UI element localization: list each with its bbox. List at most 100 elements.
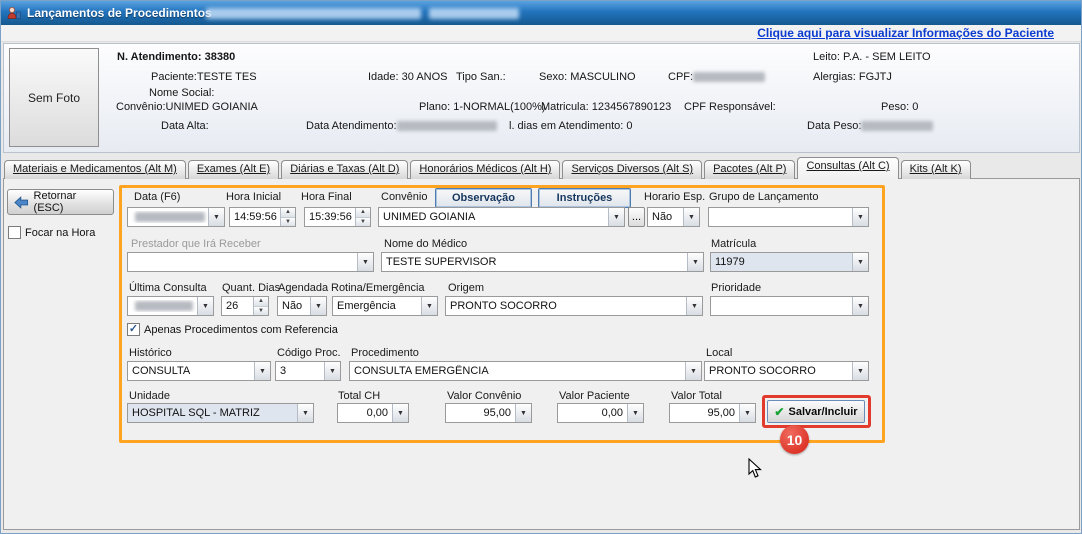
matricula-form-value: 11979 [711, 256, 852, 268]
tab-pacotes[interactable]: Pacotes (Alt P) [704, 160, 795, 179]
horario-esp-combobox[interactable]: Não ▼ [647, 207, 700, 227]
data-atendimento-field: Data Atendimento: [306, 120, 497, 132]
alergias-field: Alergias: FGJTJ [813, 71, 892, 83]
hora-final-value: 15:39:56 [305, 211, 355, 223]
redacted-data-atendimento-value [397, 121, 497, 131]
spinner-up-icon[interactable]: ▲ [281, 208, 295, 218]
salvar-incluir-button[interactable]: ✔ Salvar/Incluir [767, 400, 865, 423]
unidade-combobox[interactable]: HOSPITAL SQL - MATRIZ ▼ [127, 403, 314, 423]
chevron-down-icon[interactable]: ▼ [683, 208, 699, 226]
apenas-procedimentos-checkbox[interactable]: ✓ [127, 323, 140, 336]
origem-label: Origem [448, 282, 484, 294]
convenio-label: Convênio: [116, 101, 166, 113]
codigo-proc-value: 3 [276, 365, 324, 377]
tab-diarias-taxas[interactable]: Diárias e Taxas (Alt D) [281, 160, 408, 179]
observacao-button[interactable]: Observação [435, 188, 532, 208]
chevron-down-icon[interactable]: ▼ [852, 208, 868, 226]
tipo-san-field: Tipo San.: [456, 71, 506, 83]
local-label: Local [706, 347, 732, 359]
origem-combobox[interactable]: PRONTO SOCORRO ▼ [445, 296, 703, 316]
matricula-combobox[interactable]: 11979 ▼ [710, 252, 869, 272]
agendada-combobox[interactable]: Não ▼ [277, 296, 327, 316]
focar-na-hora-row: Focar na Hora [8, 226, 95, 239]
leito-field: Leito: P.A. - SEM LEITO [813, 51, 931, 63]
convenio-combobox[interactable]: UNIMED GOIANIA ▼ [378, 207, 625, 227]
chevron-down-icon[interactable]: ▼ [685, 362, 701, 380]
chevron-down-icon[interactable]: ▼ [357, 253, 373, 271]
tab-kits[interactable]: Kits (Alt K) [901, 160, 971, 179]
hora-final-spinner[interactable]: 15:39:56 ▲▼ [304, 207, 371, 227]
apenas-procedimentos-label: Apenas Procedimentos com Referencia [144, 324, 338, 336]
prioridade-combobox[interactable]: ▼ [710, 296, 869, 316]
valor-convenio-combobox[interactable]: 95,00 ▼ [445, 403, 532, 423]
data-f6-combobox[interactable]: ▼ [127, 207, 225, 227]
nome-medico-combobox[interactable]: TESTE SUPERVISOR ▼ [381, 252, 704, 272]
dias-atendimento-label: l. dias em Atendimento: [509, 120, 623, 132]
valor-paciente-combobox[interactable]: 0,00 ▼ [557, 403, 644, 423]
instrucoes-button[interactable]: Instruções [538, 188, 631, 208]
chevron-down-icon[interactable]: ▼ [852, 362, 868, 380]
atendimento-value: 38380 [205, 51, 236, 63]
chevron-down-icon[interactable]: ▼ [324, 362, 340, 380]
chevron-down-icon[interactable]: ▼ [852, 297, 868, 315]
hora-inicial-label: Hora Inicial [226, 191, 281, 203]
chevron-down-icon[interactable]: ▼ [392, 404, 408, 422]
tab-consultas[interactable]: Consultas (Alt C) [797, 157, 898, 179]
leito-value: P.A. - SEM LEITO [843, 51, 931, 63]
chevron-down-icon[interactable]: ▼ [515, 404, 531, 422]
patient-photo-placeholder: Sem Foto [9, 48, 99, 147]
historico-value: CONSULTA [128, 365, 254, 377]
total-ch-combobox[interactable]: 0,00 ▼ [337, 403, 409, 423]
codigo-proc-combobox[interactable]: 3 ▼ [275, 361, 341, 381]
local-value: PRONTO SOCORRO [705, 365, 852, 377]
historico-combobox[interactable]: CONSULTA ▼ [127, 361, 271, 381]
tab-exames[interactable]: Exames (Alt E) [188, 160, 279, 179]
tab-servicos-diversos[interactable]: Serviços Diversos (Alt S) [562, 160, 702, 179]
focar-na-hora-label: Focar na Hora [25, 227, 95, 239]
chevron-down-icon[interactable]: ▼ [421, 297, 437, 315]
ultima-consulta-label: Última Consulta [129, 282, 207, 294]
spinner-down-icon[interactable]: ▼ [281, 218, 295, 227]
step-badge: 10 [780, 425, 809, 454]
focar-na-hora-checkbox[interactable] [8, 226, 21, 239]
title-bar[interactable]: Lançamentos de Procedimentos [1, 1, 1081, 25]
convenio-ellipsis-button[interactable]: ... [628, 207, 645, 227]
rotina-emergencia-combobox[interactable]: Emergência ▼ [332, 296, 438, 316]
valor-total-combobox[interactable]: 95,00 ▼ [669, 403, 756, 423]
tab-honorarios-medicos[interactable]: Honorários Médicos (Alt H) [410, 160, 560, 179]
convenio-value: UNIMED GOIANIA [166, 101, 258, 113]
chevron-down-icon[interactable]: ▼ [739, 404, 755, 422]
tab-materiais-medicamentos[interactable]: Materiais e Medicamentos (Alt M) [4, 160, 186, 179]
chevron-down-icon[interactable]: ▼ [310, 297, 326, 315]
patient-info-link[interactable]: Clique aqui para visualizar Informações … [757, 26, 1054, 40]
quant-dias-spinner[interactable]: 26 ▲▼ [221, 296, 269, 316]
chevron-down-icon[interactable]: ▼ [608, 208, 624, 226]
chevron-down-icon[interactable]: ▼ [852, 253, 868, 271]
grupo-lancamento-combobox[interactable]: ▼ [708, 207, 869, 227]
agendada-value: Não [278, 300, 310, 312]
chevron-down-icon[interactable]: ▼ [254, 362, 270, 380]
spinner-up-icon[interactable]: ▲ [356, 208, 370, 218]
chevron-down-icon[interactable]: ▼ [687, 253, 703, 271]
chevron-down-icon[interactable]: ▼ [197, 297, 213, 315]
cpf-label: CPF: [668, 71, 693, 83]
prestador-combobox[interactable]: ▼ [127, 252, 374, 272]
spinner-down-icon[interactable]: ▼ [356, 218, 370, 227]
retornar-button[interactable]: Retornar (ESC) [7, 189, 114, 215]
redacted-cpf-value [693, 72, 765, 82]
local-combobox[interactable]: PRONTO SOCORRO ▼ [704, 361, 869, 381]
ultima-consulta-combobox[interactable]: ▼ [127, 296, 214, 316]
chevron-down-icon[interactable]: ▼ [297, 404, 313, 422]
procedimento-combobox[interactable]: CONSULTA EMERGÊNCIA ▼ [349, 361, 702, 381]
sexo-label: Sexo: [539, 71, 567, 83]
grupo-lancamento-label: Grupo de Lançamento [709, 191, 818, 203]
hora-inicial-spinner[interactable]: 14:59:56 ▲▼ [229, 207, 296, 227]
idade-field: Idade: 30 ANOS [368, 71, 448, 83]
chevron-down-icon[interactable]: ▼ [686, 297, 702, 315]
spinner-down-icon[interactable]: ▼ [254, 307, 268, 316]
chevron-down-icon[interactable]: ▼ [208, 208, 224, 226]
data-peso-field: Data Peso: [807, 120, 933, 132]
spinner-up-icon[interactable]: ▲ [254, 297, 268, 307]
chevron-down-icon[interactable]: ▼ [627, 404, 643, 422]
dias-atendimento-value: 0 [626, 120, 632, 132]
